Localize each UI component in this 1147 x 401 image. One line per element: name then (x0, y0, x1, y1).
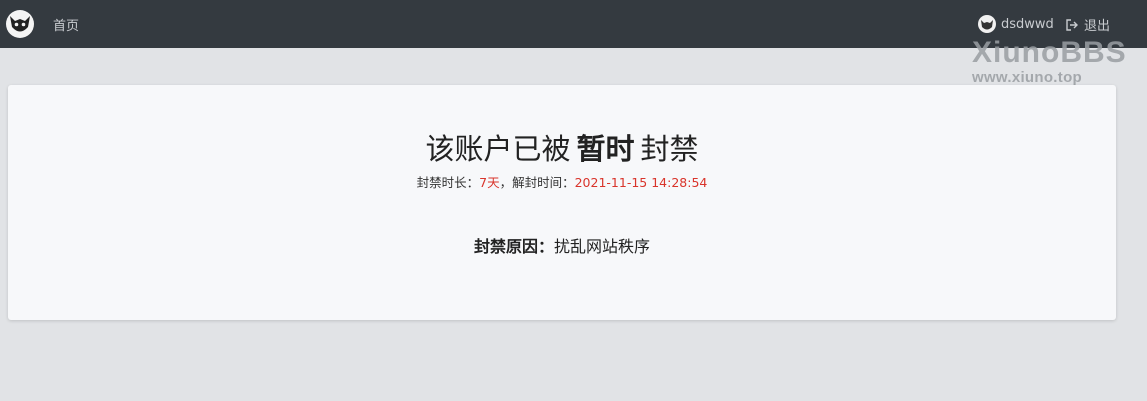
ban-notice-card: 该账户已被 暂时 封禁 封禁时长：7天，解封时间：2021-11-15 14:28:… (8, 85, 1116, 320)
ban-title-prefix: 该账户已被 (425, 132, 571, 166)
unban-time-label: 解封时间： (512, 175, 575, 190)
meta-separator: ， (499, 175, 513, 190)
ban-duration-value: 7天 (479, 175, 500, 190)
watermark-url: www.xiuno.top (972, 69, 1082, 86)
ban-title: 该账户已被 暂时 封禁 (8, 131, 1116, 167)
site-logo-icon[interactable] (6, 10, 34, 38)
ban-title-suffix: 封禁 (640, 132, 699, 166)
ban-meta: 封禁时长：7天，解封时间：2021-11-15 14:28:54 (8, 174, 1116, 192)
user-avatar-icon (978, 15, 996, 33)
logout-label: 退出 (1084, 19, 1111, 34)
logout-link[interactable]: 退出 (1065, 15, 1110, 34)
unban-time-value: 2021-11-15 14:28:54 (574, 175, 708, 190)
ban-duration-label: 封禁时长： (416, 175, 480, 190)
username: dsdwwd (1001, 16, 1054, 32)
nav-home-link[interactable]: 首页 (53, 15, 79, 34)
ban-reason: 封禁原因：扰乱网站秩序 (8, 236, 1116, 258)
ban-reason-value: 扰乱网站秩序 (554, 237, 651, 256)
ban-reason-label: 封禁原因： (473, 237, 554, 256)
sign-out-icon (1065, 18, 1079, 32)
ban-title-emphasis: 暂时 (576, 132, 635, 166)
top-navbar: 首页 dsdwwd 退出 (0, 0, 1147, 48)
user-menu[interactable]: dsdwwd (978, 15, 1054, 33)
